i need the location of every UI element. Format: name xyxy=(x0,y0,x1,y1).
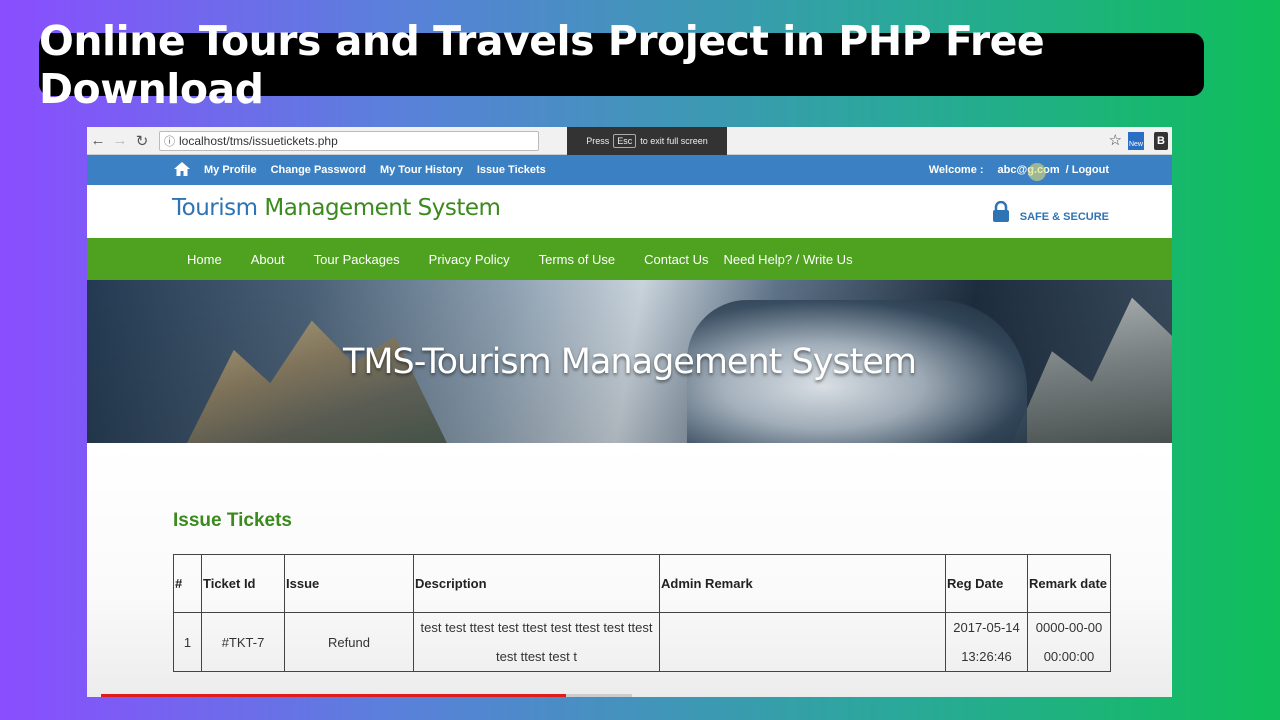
my-profile-link[interactable]: My Profile xyxy=(204,164,257,176)
video-title-banner: Online Tours and Travels Project in PHP … xyxy=(39,17,1204,113)
nav-about[interactable]: About xyxy=(251,252,285,267)
col-admin-remark: Admin Remark xyxy=(659,554,946,613)
logout-link[interactable]: / Logout xyxy=(1066,164,1109,176)
site-logo[interactable]: Tourism Management System xyxy=(172,195,501,221)
safe-secure-badge: SAFE & SECURE xyxy=(992,201,1109,223)
nav-tour-packages[interactable]: Tour Packages xyxy=(314,252,400,267)
back-icon[interactable]: ← xyxy=(87,132,109,149)
table-row: 1 #TKT-7 Refund test test ttest test tte… xyxy=(173,612,1111,672)
cell-remark-date: 0000-00-00 00:00:00 xyxy=(1027,612,1111,672)
nav-terms-of-use[interactable]: Terms of Use xyxy=(539,252,616,267)
col-ticket-id: Ticket Id xyxy=(201,554,285,613)
url-text: localhost/tms/issuetickets.php xyxy=(179,133,338,148)
cell-num: 1 xyxy=(173,612,202,672)
top-user-bar: My Profile Change Password My Tour Histo… xyxy=(87,155,1172,185)
bookmark-star-icon[interactable]: ☆ xyxy=(1109,131,1122,149)
cell-admin-remark xyxy=(659,612,946,672)
nav-contact-us[interactable]: Contact Us xyxy=(644,252,708,267)
extension-icon[interactable]: New xyxy=(1128,132,1144,150)
lock-icon xyxy=(992,201,1009,222)
page-title: Issue Tickets xyxy=(173,510,293,531)
col-description: Description xyxy=(413,554,660,613)
forward-icon[interactable]: → xyxy=(109,132,131,149)
video-progress-played[interactable] xyxy=(101,694,566,697)
video-progress-buffered xyxy=(566,694,632,697)
my-tour-history-link[interactable]: My Tour History xyxy=(380,164,463,176)
site-header: Tourism Management System SAFE & SECURE xyxy=(87,185,1172,238)
welcome-label: Welcome : xyxy=(928,164,984,176)
info-icon[interactable]: ⓘ xyxy=(164,133,175,149)
col-remark-date: Remark date xyxy=(1027,554,1111,613)
hero-title: TMS-Tourism Management System xyxy=(342,342,917,382)
welcome-area: Welcome : abc@g.com / Logout xyxy=(929,164,1109,176)
col-num: # xyxy=(173,554,202,613)
logo-part-1: Tourism xyxy=(172,195,258,221)
cell-reg-date: 2017-05-14 13:26:46 xyxy=(945,612,1028,672)
cell-description: test test ttest test ttest test ttest te… xyxy=(413,612,660,672)
col-reg-date: Reg Date xyxy=(945,554,1028,613)
fullscreen-toast: Press Esc to exit full screen xyxy=(567,127,727,155)
address-bar[interactable]: ⓘ localhost/tms/issuetickets.php xyxy=(159,130,539,151)
logo-part-2: Management System xyxy=(264,195,501,221)
top-links: My Profile Change Password My Tour Histo… xyxy=(204,164,546,176)
esc-key-label: Esc xyxy=(613,134,637,148)
reload-icon[interactable]: ↻ xyxy=(131,132,153,150)
fullscreen-message: to exit full screen xyxy=(640,136,708,146)
browser-toolbar: ← → ↻ ⓘ localhost/tms/issuetickets.php P… xyxy=(87,127,1172,155)
nav-privacy-policy[interactable]: Privacy Policy xyxy=(429,252,510,267)
cell-ticket-id: #TKT-7 xyxy=(201,612,285,672)
cell-issue: Refund xyxy=(284,612,414,672)
browser-screenshot: ← → ↻ ⓘ localhost/tms/issuetickets.php P… xyxy=(87,127,1172,697)
home-icon[interactable] xyxy=(173,160,191,178)
tickets-table: # Ticket Id Issue Description Admin Rema… xyxy=(173,554,1111,672)
nav-home[interactable]: Home xyxy=(187,252,222,267)
change-password-link[interactable]: Change Password xyxy=(271,164,366,176)
issue-tickets-link[interactable]: Issue Tickets xyxy=(477,164,546,176)
nav-need-help[interactable]: Need Help? / Write Us xyxy=(723,252,852,267)
cursor-highlight xyxy=(1028,163,1046,181)
table-header-row: # Ticket Id Issue Description Admin Rema… xyxy=(173,554,1111,613)
fullscreen-press-text: Press xyxy=(586,136,610,146)
secure-label: SAFE & SECURE xyxy=(1019,211,1109,223)
main-content: Issue Tickets # Ticket Id Issue Descript… xyxy=(87,443,1172,697)
main-nav: Home About Tour Packages Privacy Policy … xyxy=(87,238,1172,280)
hero-banner: TMS-Tourism Management System xyxy=(87,280,1172,443)
extension-b-icon[interactable]: B xyxy=(1154,132,1168,150)
col-issue: Issue xyxy=(284,554,414,613)
